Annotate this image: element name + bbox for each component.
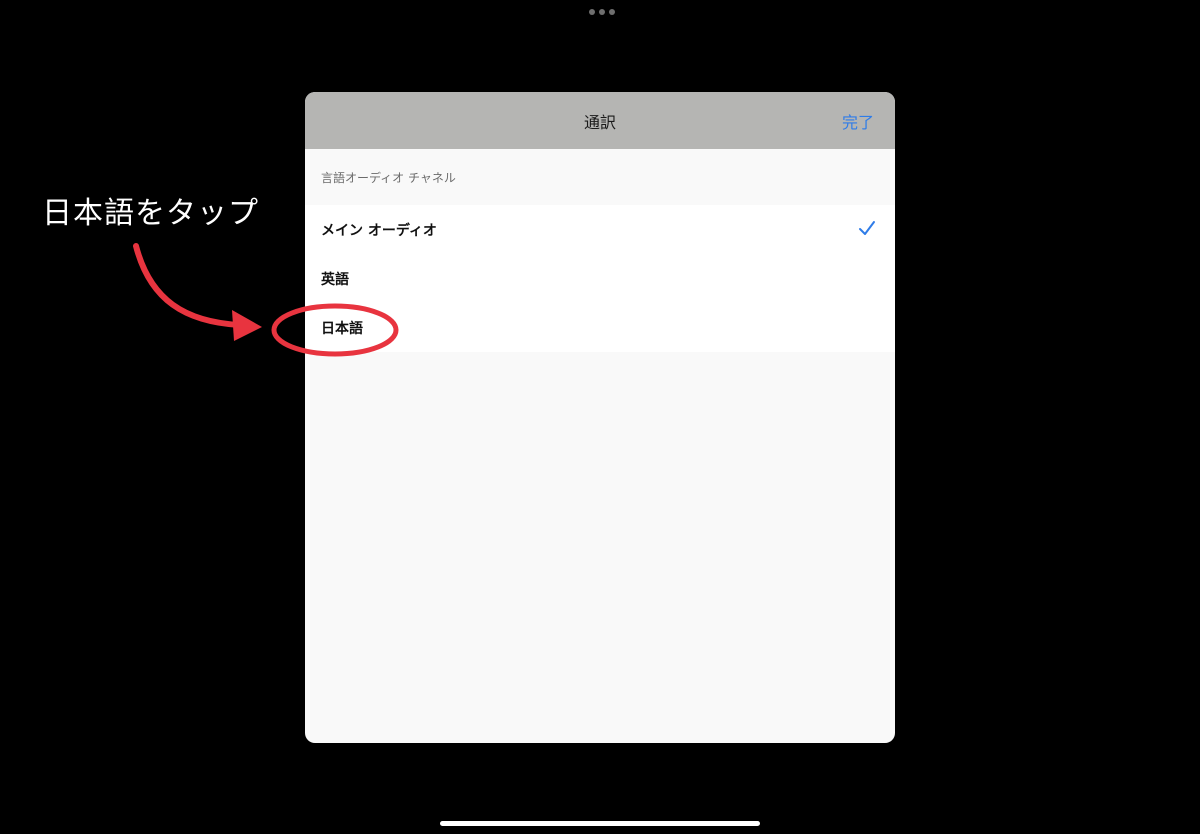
language-list: メイン オーディオ 英語 日本語 — [305, 205, 895, 352]
list-item-label: 英語 — [321, 272, 349, 288]
annotation-arrowhead-icon — [232, 310, 262, 341]
nav-bar: 通訳 完了 — [305, 92, 895, 149]
interpretation-sheet: 通訳 完了 言語オーディオ チャネル メイン オーディオ 英語 日本語 — [305, 92, 895, 743]
list-item-english[interactable]: 英語 — [305, 254, 895, 303]
annotation-label: 日本語をタップ — [42, 196, 259, 231]
annotation-arrow-icon — [133, 243, 243, 328]
sheet-title: 通訳 — [583, 113, 616, 132]
home-indicator[interactable] — [440, 821, 760, 826]
screen: 日本語をタップ 通訳 完了 言語オーディオ チャネル メイン オーディオ 英語 … — [0, 0, 1200, 834]
list-item-label: 日本語 — [321, 321, 363, 337]
list-item-label: メイン オーディオ — [321, 223, 437, 239]
checkmark-icon — [859, 221, 875, 235]
multitasking-dots-icon[interactable] — [589, 9, 615, 15]
section-header: 言語オーディオ チャネル — [321, 171, 456, 185]
list-item-main-audio[interactable]: メイン オーディオ — [305, 205, 895, 254]
list-item-japanese[interactable]: 日本語 — [305, 303, 895, 352]
done-button[interactable]: 完了 — [842, 109, 874, 133]
